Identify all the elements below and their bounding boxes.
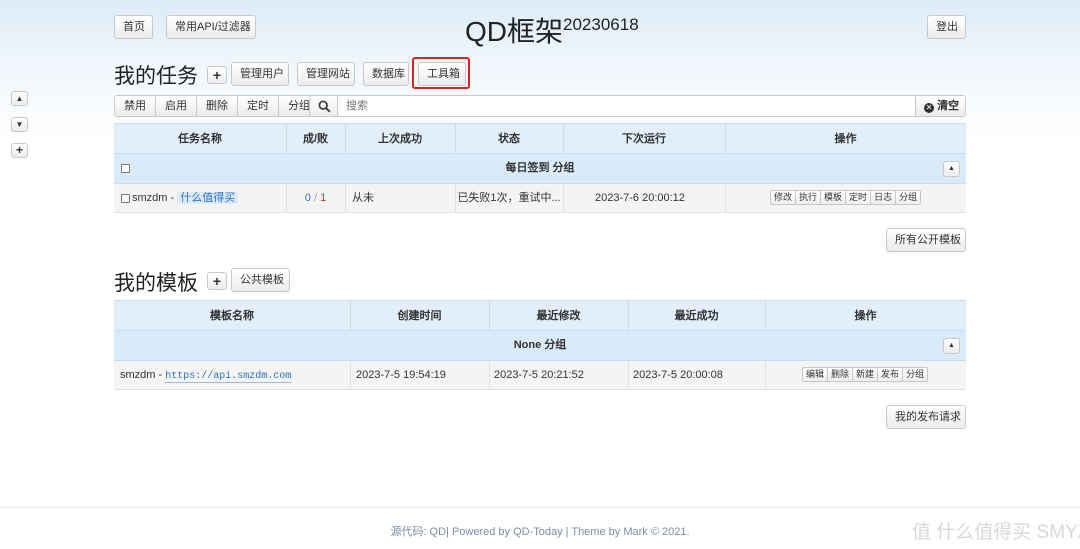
- plus-icon: +: [212, 67, 222, 83]
- column-next-run: 下次运行: [622, 133, 666, 145]
- bulk-actions: 禁用 启用 删除 定时 分组: [114, 95, 320, 117]
- clear-label: 清空: [937, 100, 960, 112]
- plus-icon: +: [212, 273, 222, 289]
- collapse-group-button[interactable]: ▲: [943, 161, 960, 177]
- success-count: 0: [304, 192, 311, 204]
- group-label: 每日签到 分组: [505, 162, 575, 174]
- task-name: smzdm: [132, 192, 168, 204]
- template-url-link[interactable]: https://api.smzdm.com: [165, 371, 292, 383]
- page-title: QD框架20230618: [465, 15, 639, 47]
- new-template-button[interactable]: 新建: [852, 367, 879, 382]
- task-actions: 修改 执行 模板 定时 日志 分组: [770, 190, 922, 205]
- last-success-value: 从未: [352, 192, 374, 204]
- templates-table-header: 模板名称 创建时间 最近修改 最近成功 操作: [114, 300, 966, 331]
- footer-divider: [0, 507, 1080, 508]
- schedule-task-button[interactable]: 定时: [845, 190, 872, 205]
- publish-template-button[interactable]: 发布: [877, 367, 904, 382]
- last-success-value: 2023-7-5 20:00:08: [633, 369, 723, 381]
- column-last-success: 上次成功: [378, 133, 422, 145]
- column-actions: 操作: [854, 310, 877, 322]
- template-task-button[interactable]: 模板: [820, 190, 847, 205]
- edit-template-button[interactable]: 编辑: [802, 367, 829, 382]
- column-success-fail: 成/败: [302, 133, 329, 145]
- collapse-group-button[interactable]: ▲: [943, 338, 960, 354]
- all-public-templates-button[interactable]: 所有公开模板: [886, 228, 966, 252]
- public-templates-button[interactable]: 公共模板: [231, 268, 290, 292]
- templates-heading: 我的模板: [114, 272, 198, 295]
- group-label: None 分组: [513, 339, 567, 351]
- modified-value: 2023-7-5 20:21:52: [494, 369, 584, 381]
- group-task-button[interactable]: 分组: [895, 190, 922, 205]
- scroll-up-button[interactable]: ▲: [11, 91, 28, 106]
- version-label: 20230618: [563, 15, 639, 34]
- tasks-heading: 我的任务: [114, 65, 198, 88]
- chevron-up-icon: ▲: [948, 342, 955, 349]
- scroll-down-button[interactable]: ▼: [11, 117, 28, 132]
- delete-button[interactable]: 删除: [196, 95, 238, 117]
- toolbox-highlight: [412, 57, 470, 89]
- column-template-name: 模板名称: [210, 310, 254, 322]
- tab-database[interactable]: 数据库: [363, 62, 409, 86]
- tasks-table-header: 任务名称 成/败 上次成功 状态 下次运行 操作: [114, 123, 966, 154]
- created-value: 2023-7-5 19:54:19: [356, 369, 446, 381]
- schedule-button[interactable]: 定时: [237, 95, 279, 117]
- tab-manage-users[interactable]: 管理用户: [231, 62, 289, 86]
- search-input[interactable]: [337, 95, 916, 117]
- disable-button[interactable]: 禁用: [114, 95, 156, 117]
- column-created: 创建时间: [397, 310, 442, 322]
- task-group-row: 每日签到 分组 ▲: [114, 154, 966, 184]
- log-task-button[interactable]: 日志: [870, 190, 897, 205]
- home-button[interactable]: 首页: [114, 15, 153, 39]
- column-last-success: 最近成功: [674, 310, 719, 322]
- table-row: smzdm - https://api.smzdm.com 2023-7-5 1…: [114, 361, 966, 390]
- clear-button[interactable]: ✕ 清空: [915, 95, 966, 117]
- side-add-button[interactable]: +: [11, 143, 28, 158]
- template-group-row: None 分组 ▲: [114, 331, 966, 361]
- chevron-up-icon: ▲: [15, 94, 24, 103]
- enable-button[interactable]: 启用: [155, 95, 197, 117]
- my-publish-requests-button[interactable]: 我的发布请求: [886, 405, 966, 429]
- next-run-value: 2023-7-6 20:00:12: [595, 192, 685, 204]
- group-template-button[interactable]: 分组: [902, 367, 929, 382]
- chevron-down-icon: ▼: [15, 120, 24, 129]
- column-status: 状态: [498, 133, 520, 145]
- run-task-button[interactable]: 执行: [795, 190, 822, 205]
- fail-count: 1: [320, 192, 327, 204]
- search-icon: [318, 100, 331, 113]
- column-task-name: 任务名称: [178, 133, 222, 145]
- chevron-up-icon: ▲: [948, 165, 955, 172]
- add-template-button[interactable]: +: [207, 272, 227, 290]
- table-row: smzdm - 什么值得买 0 / 1 从未 已失败1次，重试中... 2023…: [114, 184, 966, 213]
- column-modified: 最近修改: [536, 310, 581, 322]
- watermark: 值 什么值得买 SMYZ.NET: [912, 522, 1080, 543]
- clear-icon: ✕: [924, 103, 934, 113]
- logout-button[interactable]: 登出: [927, 15, 966, 39]
- api-filter-button[interactable]: 常用API/过滤器: [166, 15, 256, 39]
- template-name: smzdm: [120, 369, 156, 381]
- plus-icon: +: [15, 143, 23, 157]
- edit-task-button[interactable]: 修改: [770, 190, 797, 205]
- row-checkbox[interactable]: [121, 194, 130, 203]
- task-site-link[interactable]: 什么值得买: [177, 192, 239, 204]
- status-value: 已失败1次，重试中...: [457, 192, 561, 204]
- column-actions: 操作: [834, 133, 857, 145]
- add-task-button[interactable]: +: [207, 66, 227, 84]
- tab-manage-sites[interactable]: 管理网站: [297, 62, 355, 86]
- template-actions: 编辑 删除 新建 发布 分组: [802, 367, 929, 382]
- delete-template-button[interactable]: 删除: [827, 367, 854, 382]
- search-button[interactable]: [309, 95, 338, 117]
